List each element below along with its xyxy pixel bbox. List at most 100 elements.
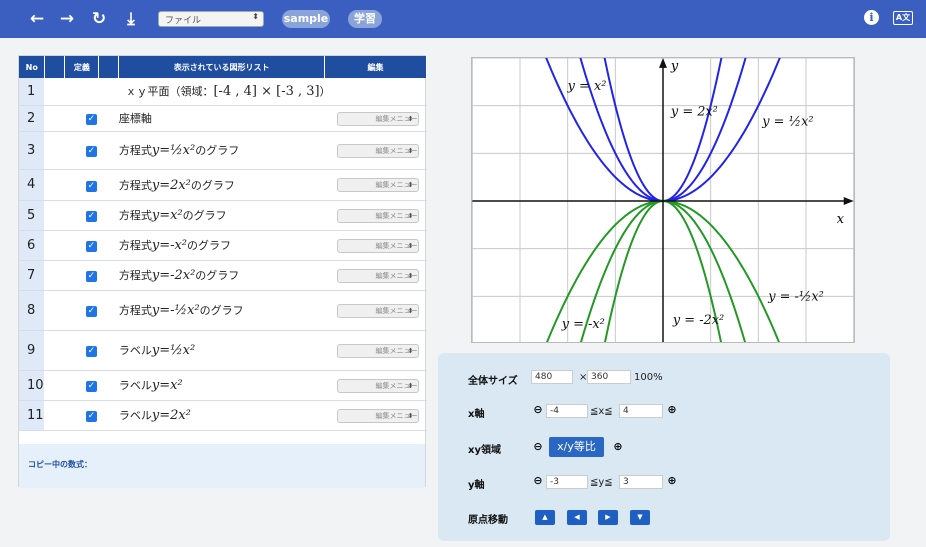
x-min-input[interactable]: -4 [546,404,588,418]
table-row[interactable]: 11 ✓ ラベルy=2x² 編集メニュー [19,400,427,431]
xy-ratio-button[interactable]: x/y等比 [549,437,604,457]
move-left-button[interactable]: ◀ [567,510,587,525]
edit-menu-select[interactable]: 編集メニュー [336,303,419,318]
row-content: 方程式y=-x²のグラフ [118,230,325,261]
edit-menu-select[interactable]: 編集メニュー [336,143,419,158]
formula: y=-2x² [151,268,196,283]
figure-list-panel: No 定義 表示されている図形リスト 編集 1 ｘｙ平面（領域：[-4 , 4]… [18,55,428,488]
row-content: 方程式y=2x²のグラフ [118,169,325,201]
move-up-button[interactable]: ▲ [535,510,555,525]
row-no: 7 [19,260,46,291]
checkbox[interactable]: ✓ [85,180,97,192]
formula: y=½x² [151,343,196,358]
sample-button[interactable]: sample [282,10,330,28]
height-input[interactable]: 360 [587,370,631,384]
row-no: 1 [19,78,46,106]
zoom-in-icon[interactable]: ⊕ [612,441,624,453]
x-relation: ≦x≦ [590,406,613,417]
checkbox[interactable]: ✓ [85,114,97,125]
copy-label: コピー中の数式： [28,460,92,469]
row-prefix: ラベル [118,344,152,357]
row-no: 9 [19,330,46,371]
table-row[interactable]: 8 ✓ 方程式y=-½x²のグラフ 編集メニュー [19,290,427,331]
y-min-input[interactable]: -3 [546,475,588,489]
info-icon[interactable]: i [864,10,879,25]
y-axis-arrow [659,58,667,68]
table-row[interactable]: 10 ✓ ラベルy=x² 編集メニュー [19,370,427,401]
language-icon[interactable]: A文 [893,11,913,25]
table-row[interactable]: 9 ✓ ラベルy=½x² 編集メニュー [19,330,427,371]
formula: y=x² [151,378,183,393]
row-no: 5 [19,200,46,231]
file-select-label: ファイル [165,16,202,26]
row-prefix: 方程式 [118,209,152,222]
formula: y=½x² [151,143,196,158]
edit-menu-select[interactable]: 編集メニュー [336,378,419,393]
checkbox[interactable]: ✓ [85,146,97,157]
graph-canvas[interactable]: x y y = x² y = 2x² y = ½x² y = -x² y = -… [471,57,855,343]
learn-button[interactable]: 学習 [348,10,382,28]
x-axis-label: x [837,212,845,227]
checkbox[interactable]: ✓ [85,211,97,222]
edit-menu-select[interactable]: 編集メニュー [336,268,419,283]
row-suffix: のグラフ [182,209,227,222]
table-row[interactable]: 1 ｘｙ平面（領域：[-4 , 4] × [-3 , 3]） [19,78,427,106]
file-select[interactable]: ファイル ⬍ [158,11,264,27]
table-row[interactable]: 6 ✓ 方程式y=-x²のグラフ 編集メニュー [19,230,427,261]
row-content: 方程式y=x²のグラフ [118,200,325,231]
checkbox[interactable]: ✓ [85,381,97,392]
table-row[interactable]: 4 ✓ 方程式y=2x²のグラフ 編集メニュー [19,169,427,201]
edit-menu-select[interactable]: 編集メニュー [336,208,419,223]
edit-menu-select[interactable]: 編集メニュー [336,238,419,253]
row-content: ラベルy=½x² [118,330,325,371]
move-right-button[interactable]: ▶ [598,510,618,525]
table-row[interactable]: 2 ✓ 座標軸 編集メニュー [19,105,427,132]
edit-menu-select[interactable]: 編集メニュー [336,178,419,192]
table-header-row: No 定義 表示されている図形リスト 編集 [19,56,428,78]
zoom-in-icon[interactable]: ⊕ [666,475,678,487]
table-row[interactable]: 7 ✓ 方程式y=-2x²のグラフ 編集メニュー [19,260,427,291]
row-content: 座標軸 [118,105,325,132]
edit-menu-select[interactable]: 編集メニュー [336,343,419,358]
row-prefix: ラベル [118,379,152,392]
checkbox[interactable]: ✓ [85,271,97,282]
label-d: y = -x² [561,317,605,332]
y-max-input[interactable]: 3 [619,475,663,489]
move-down-button[interactable]: ▼ [630,510,650,525]
edit-menu-select[interactable]: 編集メニュー [336,408,419,423]
download-icon[interactable]: ⤓ [120,8,142,30]
formula: y=2x² [151,177,191,193]
zoom-out-icon[interactable]: ⊖ [532,441,544,453]
x-max-input[interactable]: 4 [619,404,663,418]
zoom-in-icon[interactable]: ⊕ [666,404,678,416]
size-label: 全体サイズ [468,376,518,387]
formula: y=x² [151,208,183,223]
label-e: y = -2x² [672,313,724,328]
row-text: ｘｙ平面（領域： [125,85,214,99]
reload-icon[interactable]: ↻ [88,8,110,30]
row-content: 方程式y=-½x²のグラフ [118,290,325,331]
row-no: 10 [19,370,46,401]
formula: y=-x² [151,238,188,253]
row-prefix: 方程式 [118,178,152,192]
back-arrow-icon[interactable]: ← [26,8,48,30]
row-suffix: のグラフ [195,144,240,157]
checkbox[interactable]: ✓ [85,306,97,317]
table-row[interactable]: 3 ✓ 方程式y=½x²のグラフ 編集メニュー [19,131,427,170]
row-prefix: ラベル [118,409,152,422]
row-content: ラベルy=x² [118,370,325,401]
zoom-out-icon[interactable]: ⊖ [532,404,544,416]
row-close: ） [319,85,331,99]
checkbox[interactable]: ✓ [85,411,97,422]
figure-list-table: No 定義 表示されている図形リスト 編集 1 ｘｙ平面（領域：[-4 , 4]… [19,56,428,431]
toolbar: ← → ↻ ⤓ ファイル ⬍ sample 学習 i A文 [0,0,926,38]
edit-menu-select[interactable]: 編集メニュー [336,111,419,126]
zoom-out-icon[interactable]: ⊖ [532,475,544,487]
width-input[interactable]: 480 [531,370,573,384]
forward-arrow-icon[interactable]: → [56,8,78,30]
row-suffix: のグラフ [190,178,235,192]
checkbox[interactable]: ✓ [85,346,97,357]
checkbox[interactable]: ✓ [85,241,97,252]
chevron-down-icon: ⬍ [252,12,259,21]
table-row[interactable]: 5 ✓ 方程式y=x²のグラフ 編集メニュー [19,200,427,231]
